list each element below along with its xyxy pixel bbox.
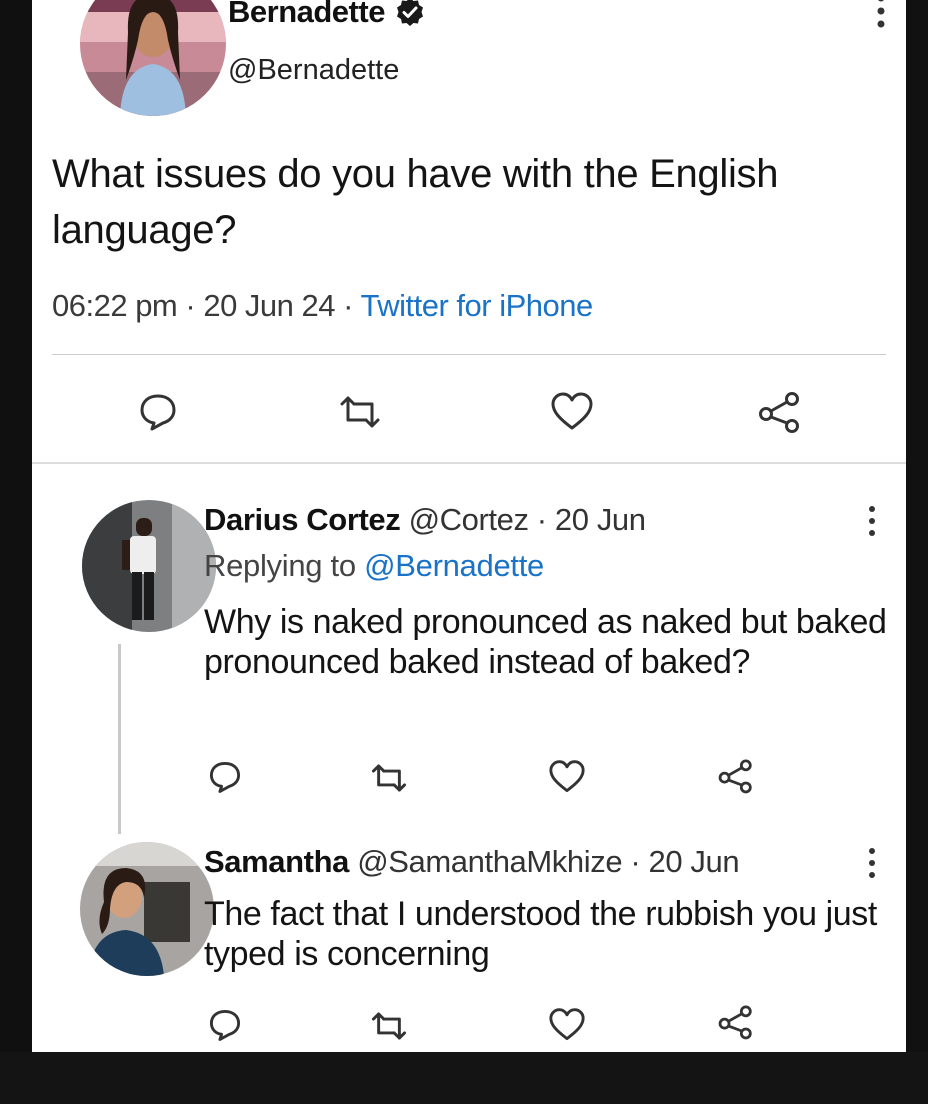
retweet-icon[interactable] (338, 396, 382, 428)
tweet-source-link[interactable]: Twitter for iPhone (361, 288, 594, 323)
share-icon[interactable] (758, 390, 802, 434)
right-frame (906, 0, 928, 1052)
replying-to: Replying to @Bernadette (204, 548, 544, 584)
like-icon[interactable] (548, 1008, 586, 1042)
more-options-icon[interactable] (874, 0, 888, 34)
more-options-icon[interactable] (866, 846, 878, 882)
reply-text: Why is naked pronounced as naked but bak… (204, 603, 887, 681)
tweet-date: 20 Jun 24 (203, 288, 335, 323)
retweet-icon[interactable] (370, 1012, 408, 1040)
meta-separator: · (335, 288, 361, 323)
reply-avatar[interactable] (80, 842, 214, 976)
share-icon[interactable] (718, 1004, 754, 1040)
divider (32, 462, 906, 464)
author-handle[interactable]: @Bernadette (228, 54, 399, 87)
reply-icon[interactable] (208, 1008, 242, 1042)
reply-author-handle[interactable]: @SamanthaMkhize (357, 844, 622, 879)
meta-separator: · (622, 844, 649, 879)
verified-badge-icon (395, 0, 425, 27)
retweet-icon[interactable] (370, 764, 408, 792)
share-icon[interactable] (718, 758, 754, 794)
tweet-text: What issues do you have with the English… (52, 152, 779, 252)
meta-separator: · (528, 502, 555, 537)
author-name[interactable]: Bernadette (228, 0, 385, 30)
reply-avatar[interactable] (82, 500, 216, 632)
reply-header: Darius Cortez @Cortez · 20 Jun (204, 502, 646, 538)
meta-separator: · (177, 288, 204, 323)
divider (52, 354, 886, 355)
author-avatar[interactable] (80, 0, 226, 116)
left-frame (0, 0, 32, 1052)
like-icon[interactable] (550, 392, 594, 432)
replying-prefix: Replying to (204, 548, 365, 583)
reply-date[interactable]: 20 Jun (555, 502, 646, 537)
like-icon[interactable] (548, 760, 586, 794)
reply-icon[interactable] (138, 392, 178, 432)
thread-connector (118, 644, 121, 834)
reply-header: Samantha @SamanthaMkhize · 20 Jun (204, 844, 740, 880)
tweet-time: 06:22 pm (52, 288, 178, 323)
reply-text: The fact that I understood the rubbish y… (204, 895, 877, 973)
reply-date[interactable]: 20 Jun (649, 844, 740, 879)
reply-author-name[interactable]: Darius Cortez (204, 502, 401, 537)
reply-author-name[interactable]: Samantha (204, 844, 349, 879)
tweet-metadata: 06:22 pm · 20 Jun 24 · Twitter for iPhon… (52, 288, 593, 324)
more-options-icon[interactable] (866, 504, 878, 540)
reply-icon[interactable] (208, 760, 242, 794)
bottom-frame (0, 1052, 928, 1104)
replying-to-link[interactable]: @Bernadette (364, 548, 544, 583)
tweet-card: Bernadette @Bernadette What issues do yo… (32, 0, 906, 1052)
reply-author-handle[interactable]: @Cortez (409, 502, 529, 537)
author-name-row[interactable]: Bernadette (228, 0, 425, 30)
